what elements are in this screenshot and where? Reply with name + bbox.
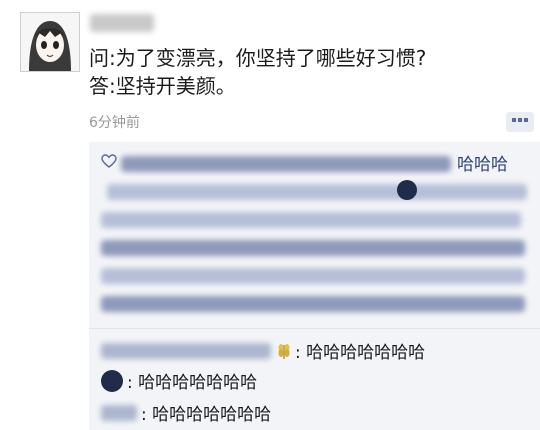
wheat-icon bbox=[278, 343, 290, 359]
comment-text: : 哈哈哈哈哈哈哈 bbox=[141, 405, 272, 425]
redacted-line bbox=[101, 240, 525, 256]
more-button[interactable] bbox=[506, 112, 534, 132]
more-dots-icon bbox=[512, 118, 528, 122]
comment-item[interactable]: : 哈哈哈哈哈哈哈 bbox=[101, 338, 425, 363]
comment-item[interactable]: : 哈哈哈哈哈哈哈 bbox=[101, 400, 271, 425]
redacted-line bbox=[107, 184, 527, 200]
redacted-line bbox=[101, 296, 525, 312]
comment-item[interactable]: : 哈哈哈哈哈哈哈 bbox=[101, 368, 257, 393]
redacted-like-names bbox=[121, 156, 451, 172]
like-fragment-text: 哈哈哈 bbox=[457, 155, 508, 175]
comment-text: : 哈哈哈哈哈哈哈 bbox=[127, 373, 258, 393]
divider bbox=[89, 328, 540, 329]
post-time: 6分钟前 bbox=[89, 115, 140, 131]
likes-block: 哈哈哈 bbox=[97, 146, 533, 322]
avatar[interactable] bbox=[20, 12, 80, 72]
redacted-commenter bbox=[101, 404, 137, 421]
heart-icon bbox=[101, 154, 117, 168]
comment-text: : 哈哈哈哈哈哈哈 bbox=[295, 343, 426, 363]
redacted-line bbox=[101, 212, 521, 228]
post-text: 问:为了变漂亮，你坚持了哪些好习惯? 答:坚持开美颜。 bbox=[89, 44, 426, 100]
post-question: 问:为了变漂亮，你坚持了哪些好习惯? bbox=[89, 46, 427, 70]
anime-girl-avatar-icon bbox=[21, 13, 79, 71]
redacted-commenter bbox=[101, 342, 271, 359]
redacted-line bbox=[101, 268, 525, 284]
post-answer: 答:坚持开美颜。 bbox=[89, 74, 236, 98]
comments-panel: 哈哈哈 : 哈哈哈哈哈哈哈 : 哈哈哈哈哈哈哈 : 哈哈哈哈哈哈哈 bbox=[89, 142, 540, 430]
dark-avatar-icon bbox=[101, 369, 123, 392]
username-redacted bbox=[90, 14, 154, 32]
dark-avatar-icon bbox=[397, 180, 417, 200]
